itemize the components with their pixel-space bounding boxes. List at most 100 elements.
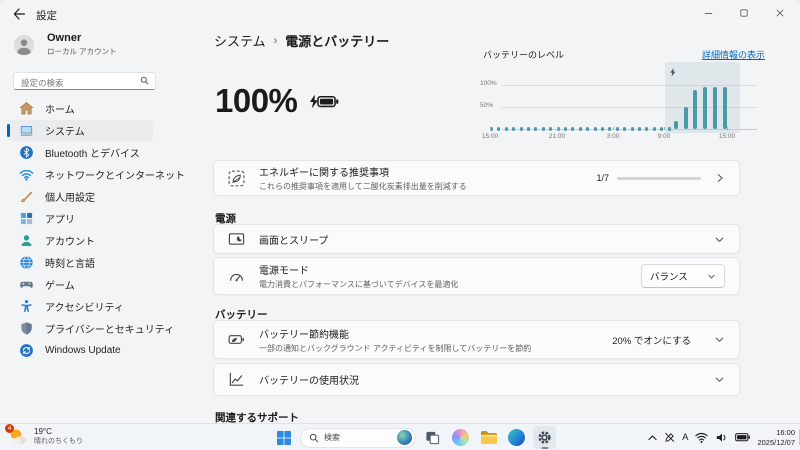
settings-window: 設定 Owner ローカル アカウント 設定の検索 ホーム システム Bluet… [0, 0, 800, 423]
clock[interactable]: 16:00 2025/12/07 [757, 428, 795, 448]
power-mode-card[interactable]: 電源モード 電力消費とパフォーマンスに基づいてデバイスを最適化 バランス [213, 257, 740, 295]
gear-icon [538, 431, 551, 444]
chart-baseline [502, 129, 757, 130]
chart-point [601, 127, 604, 131]
weather-temp: 19°C [34, 427, 52, 437]
chart-point [586, 127, 590, 131]
chart-point [623, 127, 627, 131]
x-tick-label: 21:00 [548, 133, 566, 140]
screen-and-sleep-card[interactable]: 画面とスリープ [213, 224, 740, 254]
wifi-icon[interactable] [695, 432, 709, 443]
energy-recommendations-card[interactable]: エネルギーに関する推奨事項 これらの推奨事項を適用して二酸化炭素排出量を削減する… [213, 160, 740, 196]
chevron-down-icon[interactable] [714, 374, 725, 385]
user-account[interactable]: Owner ローカル アカウント [13, 32, 117, 57]
battery-usage-card[interactable]: バッテリーの使用状況 [213, 363, 740, 396]
chart-point [527, 127, 530, 131]
back-button[interactable] [12, 7, 26, 21]
sidebar-item-network[interactable]: ネットワークとインターネット [7, 164, 185, 185]
power-mode-dropdown[interactable]: バランス [641, 264, 725, 288]
close-icon[interactable] [774, 7, 786, 19]
file-explorer-button[interactable] [477, 426, 500, 449]
sidebar-item-apps[interactable]: アプリ [7, 208, 153, 229]
chart-point [593, 127, 597, 131]
tray-chevron-up-icon[interactable] [648, 435, 657, 440]
speaker-icon[interactable] [715, 432, 728, 443]
chart-point [683, 107, 688, 129]
x-tick-label: 3:00 [606, 133, 620, 140]
battery-level-chart: バッテリーのレベル 詳細情報の表示 100% 50% 15:00 21:00 3:0… [480, 48, 765, 148]
battery-saver-icon [228, 331, 245, 348]
battery-usage-title: バッテリーの使用状況 [259, 376, 359, 387]
x-tick-mark [664, 127, 665, 130]
sidebar-item-privacy[interactable]: プライバシーとセキュリティ [7, 318, 174, 339]
battery-saver-subtitle: 一部の通知とバックグラウンド アクティビティを制限してバッテリーを節約 [259, 343, 532, 353]
avatar [13, 34, 35, 56]
settings-search-input[interactable] [14, 76, 135, 90]
chevron-down-icon[interactable] [714, 234, 725, 245]
x-tick-label: 15:00 [481, 133, 499, 140]
user-name: Owner [47, 32, 82, 44]
pen-disabled-icon[interactable] [664, 432, 675, 443]
settings-app-button[interactable] [533, 426, 556, 449]
accounts-icon [19, 233, 34, 248]
sidebar-item-accessibility[interactable]: アクセシビリティ [7, 296, 153, 317]
sidebar-item-personalization[interactable]: 個人用設定 [7, 186, 153, 207]
sidebar-item-time-language[interactable]: 時刻と言語 [7, 252, 153, 273]
chevron-right-icon [715, 173, 725, 183]
tray-date: 2025/12/07 [757, 437, 795, 447]
system-icon [19, 123, 34, 138]
task-view-button[interactable] [421, 426, 444, 449]
chart-point [630, 127, 634, 131]
energy-progress-label: 1/7 [596, 173, 609, 183]
sidebar-item-home[interactable]: ホーム [7, 98, 153, 119]
tray-time: 16:00 [776, 427, 795, 437]
edge-button[interactable] [505, 426, 528, 449]
chart-point [660, 127, 664, 131]
accessibility-icon [19, 299, 34, 314]
tray-battery-icon[interactable] [735, 433, 751, 442]
user-account-type: ローカル アカウント [47, 47, 117, 56]
minimize-icon[interactable] [702, 7, 714, 19]
gaming-icon [19, 277, 34, 292]
chart-point [615, 127, 619, 131]
taskbar: 4 19°C 晴れのちくもり 検索 A 16:00 2025/12/07 [0, 423, 800, 450]
start-button[interactable] [272, 426, 295, 449]
window-title: 設定 [36, 10, 57, 22]
settings-search[interactable] [13, 72, 156, 90]
x-tick-label: 9:00 [657, 133, 671, 140]
copilot-button[interactable] [449, 426, 472, 449]
sidebar-item-windows-update[interactable]: Windows Update [7, 340, 153, 361]
weather-description: 晴れのちくもり [34, 437, 83, 445]
taskbar-search[interactable]: 検索 [300, 427, 416, 448]
sidebar-item-system[interactable]: システム [7, 120, 153, 141]
sidebar-item-accounts[interactable]: アカウント [7, 230, 153, 251]
sidebar-item-bluetooth[interactable]: Bluetooth とデバイス [7, 142, 153, 163]
maximize-icon[interactable] [738, 7, 750, 19]
copilot-icon [452, 429, 469, 446]
titlebar: 設定 [0, 0, 800, 28]
show-details-link[interactable]: 詳細情報の表示 [702, 48, 765, 61]
screen-sleep-icon [228, 231, 245, 248]
breadcrumb-system[interactable]: システム [214, 31, 266, 50]
chevron-down-icon[interactable] [714, 334, 725, 345]
sidebar: Owner ローカル アカウント ホームシステムBluetooth とデバイスネ… [0, 28, 206, 423]
weather-widget[interactable]: 4 19°C 晴れのちくもり [5, 424, 83, 447]
sidebar-nav: ホーム システム Bluetooth とデバイス ネットワークとインターネット 個人用設… [0, 97, 206, 362]
chart-point [549, 127, 553, 131]
chart-point [638, 127, 641, 131]
breadcrumb-separator-icon: › [273, 34, 278, 47]
chart-point [504, 127, 508, 131]
battery-charging-icon [307, 93, 340, 110]
chart-point [652, 127, 656, 131]
energy-leaf-icon [228, 170, 245, 187]
chart-point [497, 127, 501, 131]
ime-mode-indicator[interactable]: A [682, 432, 688, 443]
sidebar-item-gaming[interactable]: ゲーム [7, 274, 153, 295]
battery-saver-card[interactable]: バッテリー節約機能 一部の通知とバックグラウンド アクティビティを制限してバッテ… [213, 320, 740, 359]
chart-point [693, 90, 698, 129]
chart-point [722, 86, 727, 129]
sun-cloud-icon: 4 [5, 424, 28, 447]
windows-update-icon [19, 343, 34, 358]
chart-title: バッテリーのレベル [483, 50, 565, 60]
page-title: 電源とバッテリー [285, 34, 390, 49]
